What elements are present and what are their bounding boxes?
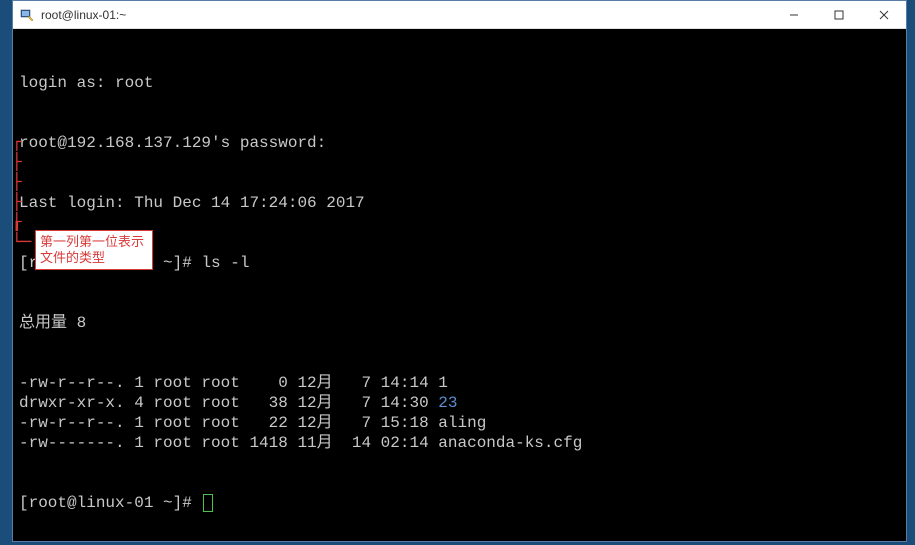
annotation-bracket-3: ├	[13, 172, 22, 192]
ls-output: -rw-r--r--. 1 root root 0 12月 7 14:14 1d…	[19, 373, 900, 453]
login-prompt: login as: root	[19, 73, 900, 93]
titlebar[interactable]: root@linux-01:~	[13, 1, 906, 29]
annotation-bracket-4: ├	[13, 192, 22, 212]
putty-window: root@linux-01:~ login as: root root@192.…	[12, 0, 907, 542]
file-name: aling	[438, 414, 486, 432]
minimize-button[interactable]	[771, 1, 816, 28]
ls-row: -rw-------. 1 root root 1418 11月 14 02:1…	[19, 433, 900, 453]
annotation-bracket-1: ┌	[13, 132, 22, 152]
annotation-bracket-5: ┟	[13, 212, 22, 232]
close-button[interactable]	[861, 1, 906, 28]
file-name: 1	[438, 374, 448, 392]
file-name: anaconda-ks.cfg	[438, 434, 582, 452]
window-controls	[771, 1, 906, 28]
ls-row: drwxr-xr-x. 4 root root 38 12月 7 14:30 2…	[19, 393, 900, 413]
terminal[interactable]: login as: root root@192.168.137.129's pa…	[13, 29, 906, 541]
annotation-line: └─	[13, 232, 31, 252]
last-login: Last login: Thu Dec 14 17:24:06 2017	[19, 193, 900, 213]
prompt-line-2: [root@linux-01 ~]#	[19, 493, 900, 513]
file-name: 23	[438, 394, 457, 412]
ls-row: -rw-r--r--. 1 root root 22 12月 7 15:18 a…	[19, 413, 900, 433]
cursor-icon	[203, 494, 213, 512]
total-line: 总用量 8	[19, 313, 900, 333]
ls-row: -rw-r--r--. 1 root root 0 12月 7 14:14 1	[19, 373, 900, 393]
window-title: root@linux-01:~	[41, 8, 771, 22]
annotation-label: 第一列第一位表示 文件的类型	[35, 230, 153, 270]
app-icon	[19, 7, 35, 23]
password-prompt: root@192.168.137.129's password:	[19, 133, 900, 153]
annotation-bracket-2: ├	[13, 152, 22, 172]
maximize-button[interactable]	[816, 1, 861, 28]
